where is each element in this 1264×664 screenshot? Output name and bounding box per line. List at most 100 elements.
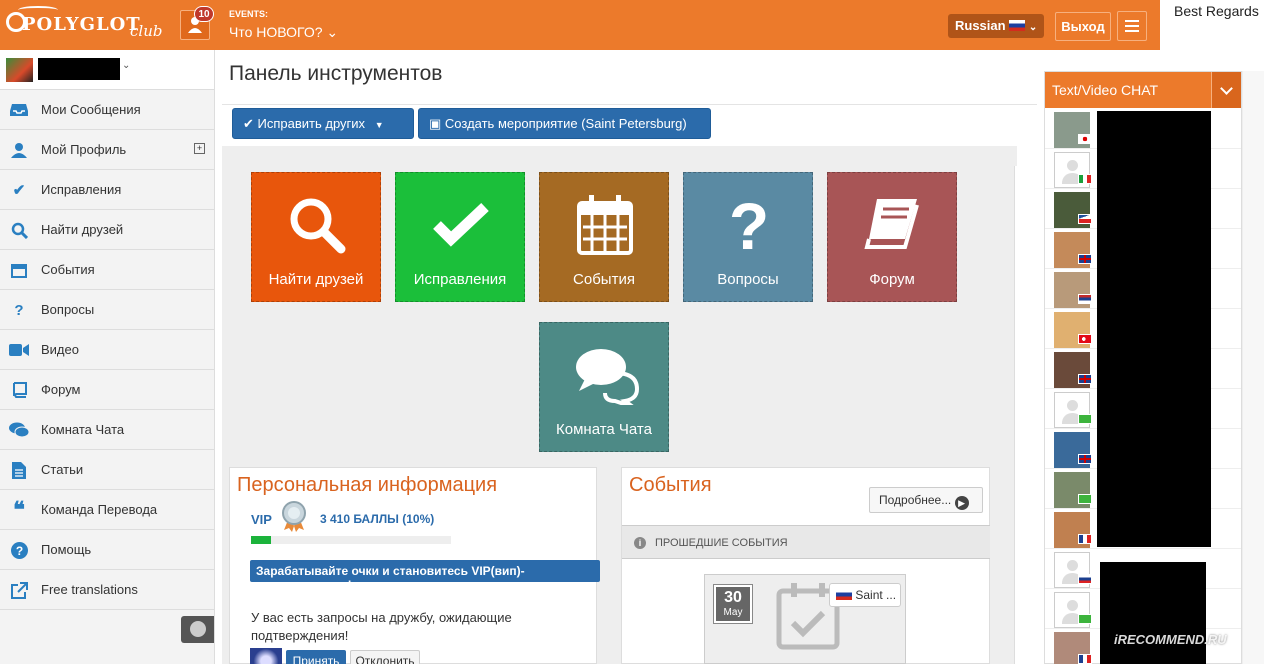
check-icon: ✔ [12,182,26,199]
sidebar-item-free-translations[interactable]: Free translations [0,570,214,610]
correct-others-button[interactable]: ✔ Исправить других ▼ [232,108,414,139]
svg-text:?: ? [15,544,22,558]
search-icon [290,198,346,254]
event-month: May [723,607,743,618]
language-select[interactable]: Russian ⌄ [948,14,1044,38]
sidebar-item-profile[interactable]: Мой Профиль + [0,130,214,170]
book-icon [864,199,919,249]
create-event-button[interactable]: ▣ Создать мероприятие (Saint Petersburg) [418,108,711,139]
sidebar-item-label: Free translations [41,582,138,597]
quote-icon: ❝ [13,497,25,523]
sidebar-item-label: Помощь [41,542,92,557]
create-event-label: Создать мероприятие (Saint Petersburg) [444,116,687,131]
tile-label: Исправления [413,271,507,288]
sidebar-item-questions[interactable]: ? Вопросы [0,290,214,330]
correct-others-label: Исправить других [257,116,366,131]
chevron-down-icon: ⌄ [122,60,131,71]
question-icon: ? [14,301,24,319]
chat-collapse-button[interactable] [1211,72,1241,108]
top-bar: POLYGLOT club 10 EVENTS: Что НОВОГО? ⌄ R… [0,0,1160,50]
chat-icon [576,349,639,405]
tile-corrections[interactable]: Исправления [395,172,525,302]
event-city-badge: Saint ... [829,583,901,607]
sidebar-item-chat-room[interactable]: Комната Чата [0,410,214,450]
tile-forum[interactable]: Форум [827,172,957,302]
chat-title: Text/Video CHAT [1052,82,1159,98]
sidebar-item-help[interactable]: ? Помощь [0,530,214,570]
chat-names-redacted [1100,562,1206,664]
sidebar-item-corrections[interactable]: ✔ Исправления [0,170,214,210]
page-scrollbar[interactable] [1242,71,1264,664]
hamburger-icon [1125,20,1139,32]
logo-text: POLYGLOT [22,14,141,35]
accept-friend-button[interactable]: Принять [286,650,346,664]
events-panel: События Подробнее... ▶ i ПРОШЕДШИЕ СОБЫТ… [621,467,990,664]
sidebar-item-label: Форум [41,382,81,397]
page-title: Панель инструментов [229,62,443,85]
sidebar-item-video[interactable]: Видео [0,330,214,370]
polyglot-club-logo[interactable]: POLYGLOT club [4,6,172,44]
events-dropdown[interactable]: Что НОВОГО? ⌄ [229,24,338,41]
collapse-sidebar-button[interactable] [181,616,214,643]
sidebar-item-translation-team[interactable]: ❝ Команда Перевода [0,490,214,530]
sidebar-item-label: Видео [41,342,79,357]
event-card[interactable]: 30 May Saint ... [704,574,906,664]
arrow-left-icon [190,621,206,637]
event-date-box: 30 May [713,584,753,624]
hamburger-menu-button[interactable] [1117,11,1147,41]
chat-icon [9,420,29,440]
sidebar-item-label: Найти друзей [41,222,124,237]
calendar-icon [9,260,29,280]
sidebar-item-find-friends[interactable]: Найти друзей [0,210,214,250]
online-status-icon [1078,414,1092,424]
tile-chat-room[interactable]: Комната Чата [539,322,669,452]
sidebar-item-label: События [41,262,95,277]
sidebar-item-label: Исправления [41,182,122,197]
country-flag-icon [1078,294,1092,304]
chevron-down-icon: ⌄ [1028,22,1038,33]
sidebar-item-articles[interactable]: Статьи [0,450,214,490]
caret-down-icon: ▼ [374,120,384,130]
events-caption: EVENTS: [229,9,269,19]
country-flag-icon [1078,254,1092,264]
country-flag-icon [1078,374,1092,384]
online-status-icon [1078,614,1092,624]
tile-find-friends[interactable]: Найти друзей [251,172,381,302]
best-regards-text: Best Regards [1174,3,1259,19]
language-label: Russian [955,18,1006,33]
arrow-right-circle-icon: ▶ [954,496,969,510]
logout-button[interactable]: Выход [1055,12,1111,41]
logo-club-text: club [130,22,163,40]
right-column-partial [1014,166,1044,664]
help-icon: ? [9,540,29,560]
check-icon: ✔ [243,116,254,131]
tile-questions[interactable]: ? Вопросы [683,172,813,302]
friend-requests-text: У вас есть запросы на дружбу, ожидающие … [251,610,512,643]
user-icon [9,140,29,160]
user-menu[interactable]: ⌄ [0,50,214,90]
medal-icon [282,501,306,532]
check-icon [433,202,489,247]
expand-plus-icon[interactable]: + [194,143,205,154]
earn-points-banner[interactable]: Зарабатывайте очки и становитесь VIP(вип… [250,560,600,592]
country-flag-icon [1078,654,1092,664]
sidebar: ⌄ Мои Сообщения Мой Профиль + ✔ Исправле… [0,50,215,664]
tile-events[interactable]: События [539,172,669,302]
friend-avatar[interactable] [250,648,282,664]
events-more-button[interactable]: Подробнее... ▶ [869,487,983,513]
vip-progress-bar [251,536,451,544]
sidebar-item-messages[interactable]: Мои Сообщения [0,90,214,130]
username-redacted [38,58,120,80]
russia-flag-icon [1009,20,1026,31]
russia-flag-icon [836,589,852,600]
sidebar-item-events[interactable]: События [0,250,214,290]
vip-label: VIP [251,512,272,527]
vip-progress-fill [251,536,271,544]
country-flag-icon [1078,214,1092,224]
past-events-label: ПРОШЕДШИЕ СОБЫТИЯ [655,537,788,549]
tile-label: Форум [869,271,915,288]
sidebar-item-label: Команда Перевода [41,502,158,517]
decline-friend-button[interactable]: Отклонить [350,650,420,664]
sidebar-item-forum[interactable]: Форум [0,370,214,410]
file-icon [9,460,29,480]
